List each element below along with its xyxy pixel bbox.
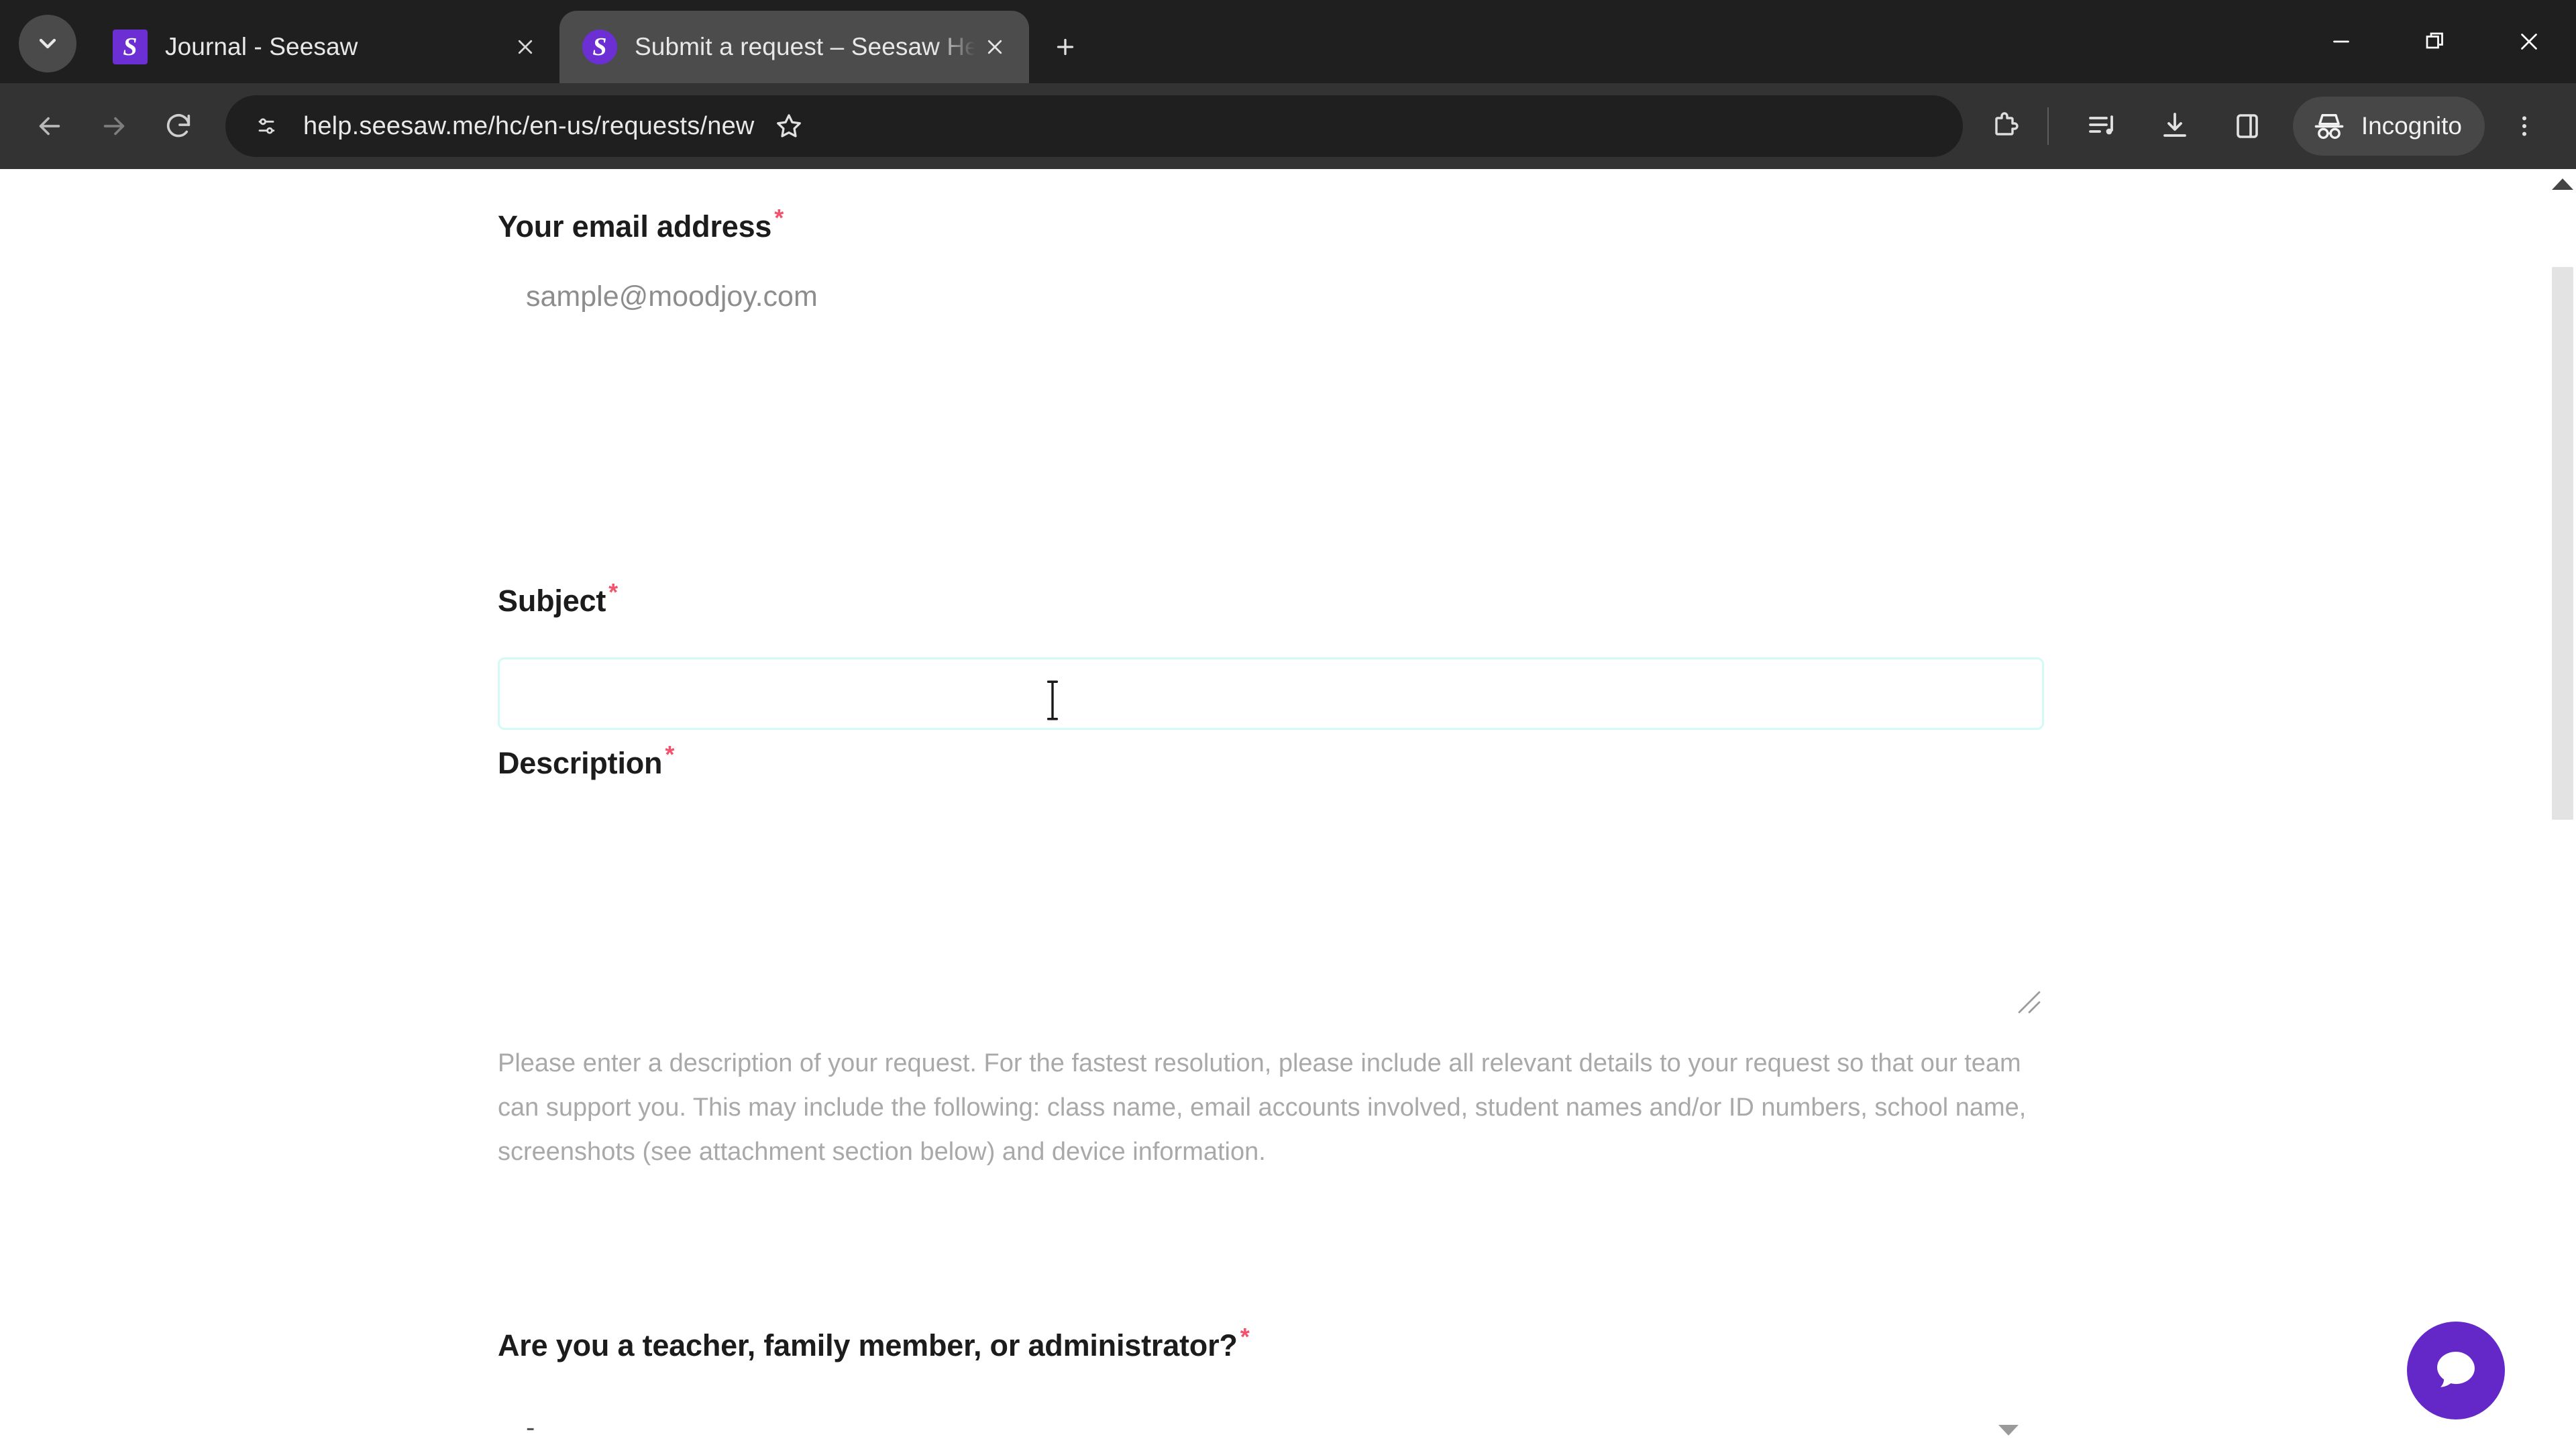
role-selected-value: - xyxy=(526,1413,535,1442)
restore-icon xyxy=(2426,32,2443,49)
email-label: Your email address * xyxy=(498,206,784,244)
minimize-button[interactable] xyxy=(2294,0,2388,83)
role-label-text: Are you a teacher, family member, or adm… xyxy=(498,1328,1238,1362)
required-marker: * xyxy=(608,578,618,606)
subject-input[interactable] xyxy=(498,657,2044,730)
puzzle-piece-icon xyxy=(1995,112,2019,136)
forward-button[interactable] xyxy=(82,94,146,158)
arrow-right-icon xyxy=(103,117,125,136)
chat-bubble-icon xyxy=(2437,1352,2475,1387)
close-window-button[interactable] xyxy=(2482,0,2576,83)
page-scrollbar[interactable] xyxy=(2549,169,2576,1449)
required-marker: * xyxy=(1240,1323,1250,1350)
site-info-button[interactable] xyxy=(246,105,287,147)
media-control-button[interactable] xyxy=(2072,95,2133,157)
tab-search-button[interactable] xyxy=(19,15,76,72)
email-label-text: Your email address xyxy=(498,209,772,244)
chat-widget-button[interactable] xyxy=(2407,1322,2505,1419)
browser-window: S Journal - Seesaw S Submit a request – … xyxy=(0,0,2576,1449)
address-bar[interactable]: help.seesaw.me/hc/en-us/requests/new xyxy=(225,95,1963,157)
back-button[interactable] xyxy=(17,94,82,158)
tab-strip: S Journal - Seesaw S Submit a request – … xyxy=(0,0,2576,83)
required-marker: * xyxy=(665,741,675,768)
role-label: Are you a teacher, family member, or adm… xyxy=(498,1325,1250,1363)
close-icon xyxy=(987,40,1002,54)
subject-label-text: Subject xyxy=(498,584,606,618)
tune-icon xyxy=(258,118,275,134)
page-viewport: Your email address * sample@moodjoy.com S… xyxy=(0,169,2576,1449)
subject-field-group: Subject * xyxy=(498,580,2044,730)
email-input[interactable]: sample@moodjoy.com xyxy=(526,280,818,313)
reload-icon xyxy=(166,114,191,138)
url-text: help.seesaw.me/hc/en-us/requests/new xyxy=(303,111,755,140)
subject-label: Subject * xyxy=(498,580,618,619)
tab-submit-a-request[interactable]: S Submit a request – Seesaw Help xyxy=(559,11,1029,83)
tab-close-button[interactable] xyxy=(975,28,1014,66)
required-marker: * xyxy=(774,204,784,231)
side-panel-button[interactable] xyxy=(2216,95,2278,157)
chevron-down-icon xyxy=(39,38,56,49)
tab-title: Journal - Seesaw xyxy=(165,33,358,60)
description-textarea[interactable] xyxy=(498,810,2044,1018)
tab-title: Submit a request – Seesaw Help xyxy=(635,33,975,60)
description-label: Description * xyxy=(498,743,674,781)
maximize-button[interactable] xyxy=(2388,0,2482,83)
incognito-indicator[interactable]: Incognito xyxy=(2292,97,2485,156)
description-label-text: Description xyxy=(498,746,663,780)
toolbar-divider xyxy=(2047,107,2049,145)
chevron-down-icon xyxy=(1998,1425,2019,1436)
playlist-icon xyxy=(2088,115,2113,135)
extensions-button[interactable] xyxy=(1974,95,2035,157)
email-field-group: Your email address * xyxy=(498,206,784,244)
scrollbar-thumb[interactable] xyxy=(2552,267,2573,820)
incognito-label: Incognito xyxy=(2361,112,2462,140)
resize-grip-icon[interactable] xyxy=(2017,990,2041,1014)
close-icon xyxy=(2521,34,2537,50)
reload-button[interactable] xyxy=(146,94,211,158)
description-help-text: Please enter a description of your reque… xyxy=(498,1049,2027,1166)
new-tab-button[interactable] xyxy=(1041,23,1089,71)
browser-menu-button[interactable] xyxy=(2496,97,2553,155)
arrow-left-icon xyxy=(39,117,60,136)
downloads-button[interactable] xyxy=(2144,95,2206,157)
download-icon xyxy=(2163,113,2186,137)
role-select[interactable]: - xyxy=(498,1395,2044,1449)
tab-close-button[interactable] xyxy=(506,28,545,66)
star-icon xyxy=(776,114,801,138)
bookmark-button[interactable] xyxy=(763,100,815,152)
close-icon xyxy=(518,40,533,54)
tab-journal-seesaw[interactable]: S Journal - Seesaw xyxy=(90,11,559,83)
incognito-icon xyxy=(2314,114,2344,140)
scroll-up-arrow-icon[interactable] xyxy=(2552,178,2573,190)
side-panel-icon xyxy=(2237,114,2258,138)
window-controls xyxy=(2294,0,2576,83)
three-dot-menu-icon xyxy=(2522,116,2526,136)
seesaw-logo-icon: S xyxy=(113,30,148,64)
text-cursor-icon xyxy=(1046,680,1059,720)
seesaw-logo-icon: S xyxy=(582,30,617,64)
browser-toolbar: help.seesaw.me/hc/en-us/requests/new Inc… xyxy=(0,83,2576,169)
role-field-group: Are you a teacher, family member, or adm… xyxy=(498,1325,2019,1442)
plus-icon xyxy=(1057,38,1074,56)
minimize-icon xyxy=(2333,40,2349,43)
description-field-group: Description * Please enter a description … xyxy=(498,743,2044,1166)
